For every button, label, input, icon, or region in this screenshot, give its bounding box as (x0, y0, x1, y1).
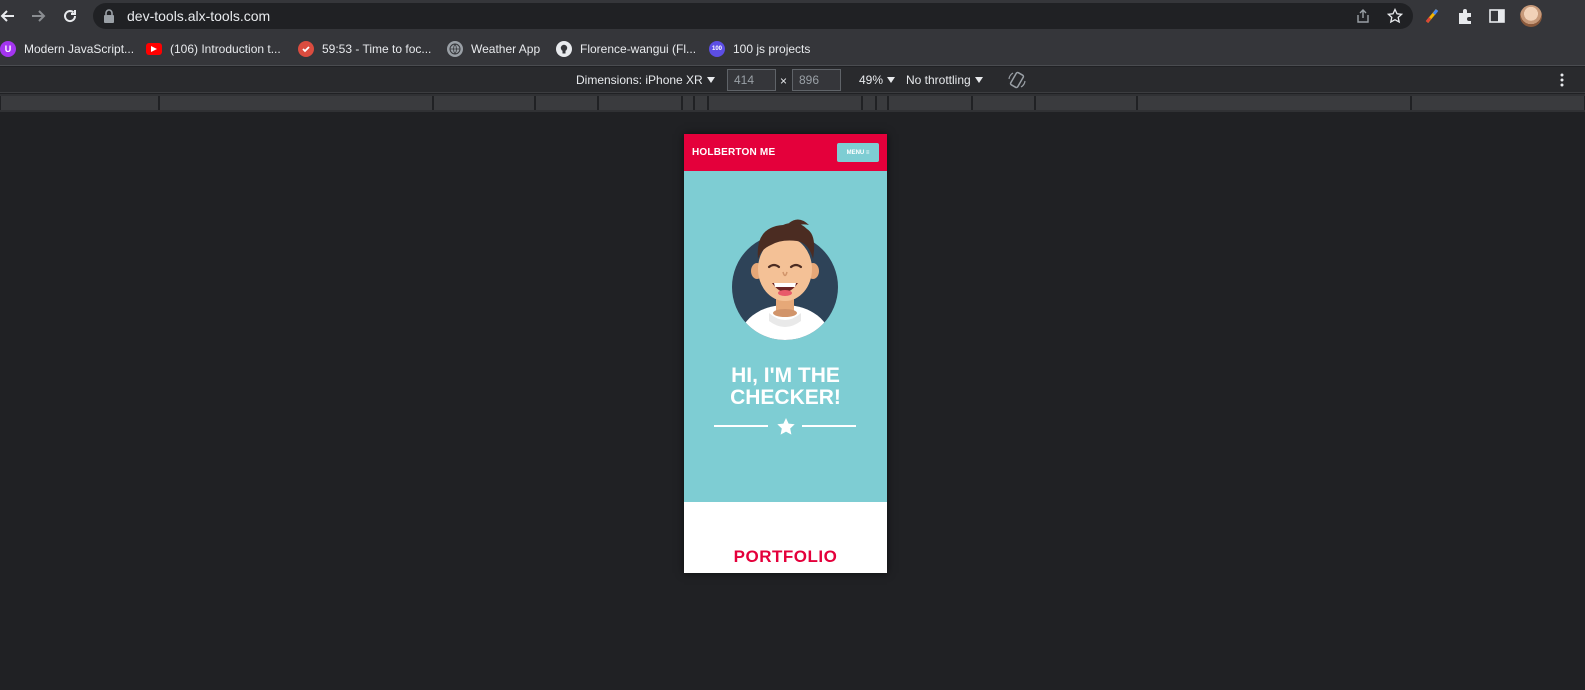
media-query-bar[interactable] (0, 96, 159, 110)
media-query-bar[interactable] (972, 96, 1035, 110)
side-panel-icon[interactable] (1488, 7, 1506, 25)
bookmark-label: 100 js projects (733, 42, 811, 56)
site-logo[interactable]: HOLBERTON ME (692, 147, 775, 158)
media-query-bar[interactable] (862, 96, 876, 110)
address-bar[interactable]: dev-tools.alx-tools.com (93, 3, 1413, 29)
throttling-label: No throttling (906, 73, 971, 87)
color-picker-extension-icon[interactable] (1424, 7, 1442, 25)
chevron-down-icon (974, 77, 983, 83)
media-query-bar[interactable] (682, 96, 694, 110)
divider-line-left (714, 425, 768, 427)
dimensions-dropdown[interactable]: Dimensions: iPhone XR (576, 73, 715, 87)
bookmark-item[interactable]: U Modern JavaScript... (0, 41, 134, 57)
media-query-bar[interactable] (535, 96, 598, 110)
bookmarks-bar: U Modern JavaScript... (106) Introductio… (0, 32, 1585, 66)
site-header: HOLBERTON ME MENU ≡ (684, 134, 887, 171)
bookmark-star-icon[interactable] (1387, 8, 1403, 24)
media-query-bar[interactable] (1035, 96, 1137, 110)
bookmark-item[interactable]: (106) Introduction t... (146, 41, 281, 57)
forward-button[interactable] (28, 6, 48, 26)
zoom-label: 49% (859, 73, 884, 87)
width-input[interactable] (727, 69, 776, 91)
extensions-puzzle-icon[interactable] (1456, 7, 1474, 25)
more-options-icon[interactable] (1560, 72, 1564, 88)
bookmark-label: Florence-wangui (Fl... (580, 42, 697, 56)
bookmark-item[interactable]: Weather App (447, 41, 540, 57)
badge-icon: 100 (709, 41, 725, 57)
back-button[interactable] (0, 6, 18, 26)
bookmark-label: Modern JavaScript... (24, 42, 135, 56)
profile-avatar[interactable] (1520, 5, 1542, 27)
lock-icon (104, 9, 114, 23)
avatar-illustration (732, 219, 838, 340)
reload-icon (64, 10, 77, 23)
back-arrow-icon (0, 10, 14, 22)
share-icon[interactable] (1355, 8, 1371, 24)
hero-section: HI, I'M THE CHECKER! (684, 171, 887, 502)
checkmark-icon (298, 41, 314, 57)
media-query-ruler (0, 94, 1585, 112)
throttling-dropdown[interactable]: No throttling (906, 73, 983, 87)
media-query-bar[interactable] (433, 96, 535, 110)
star-icon (777, 418, 795, 435)
chevron-down-icon (706, 77, 715, 83)
media-query-bar[interactable] (598, 96, 682, 110)
portfolio-section: PORTFOLIO (684, 502, 887, 573)
media-query-bar[interactable] (876, 96, 888, 110)
portfolio-title: PORTFOLIO (733, 547, 838, 566)
media-query-bar[interactable] (1137, 96, 1411, 110)
bookmark-label: 59:53 - Time to foc... (322, 42, 432, 56)
media-query-bar[interactable] (159, 96, 433, 110)
bookmark-item[interactable]: 100 100 js projects (709, 41, 810, 57)
menu-button[interactable]: MENU ≡ (837, 143, 879, 162)
media-query-bar[interactable] (708, 96, 862, 110)
chevron-down-icon (887, 77, 896, 83)
media-query-bar[interactable] (1411, 96, 1585, 110)
dimensions-label: Dimensions: iPhone XR (576, 73, 703, 87)
device-viewport: HOLBERTON ME MENU ≡ HI, I'M THE CHECKER!… (684, 134, 887, 573)
youtube-icon (146, 43, 162, 55)
bookmark-label: Weather App (471, 42, 541, 56)
bookmark-item[interactable]: Florence-wangui (Fl... (556, 41, 696, 57)
browser-toolbar: dev-tools.alx-tools.com (0, 0, 1585, 32)
globe-icon (447, 41, 463, 57)
bookmark-item[interactable]: 59:53 - Time to foc... (298, 41, 431, 57)
url-text: dev-tools.alx-tools.com (127, 8, 271, 24)
udemy-icon: U (0, 41, 16, 57)
zoom-dropdown[interactable]: 49% (859, 73, 896, 87)
device-toolbar: Dimensions: iPhone XR × 49% No throttlin… (0, 67, 1585, 93)
height-input[interactable] (792, 69, 841, 91)
rotate-icon[interactable] (1007, 70, 1027, 90)
hero-title: HI, I'M THE CHECKER! (730, 364, 841, 409)
media-query-bar[interactable] (888, 96, 972, 110)
divider-line-right (802, 425, 856, 427)
dimensions-separator: × (780, 74, 788, 88)
reload-button[interactable] (60, 6, 80, 26)
github-icon (556, 41, 572, 57)
bookmark-label: (106) Introduction t... (170, 42, 281, 56)
media-query-bar[interactable] (694, 96, 708, 110)
forward-arrow-icon (32, 10, 46, 22)
